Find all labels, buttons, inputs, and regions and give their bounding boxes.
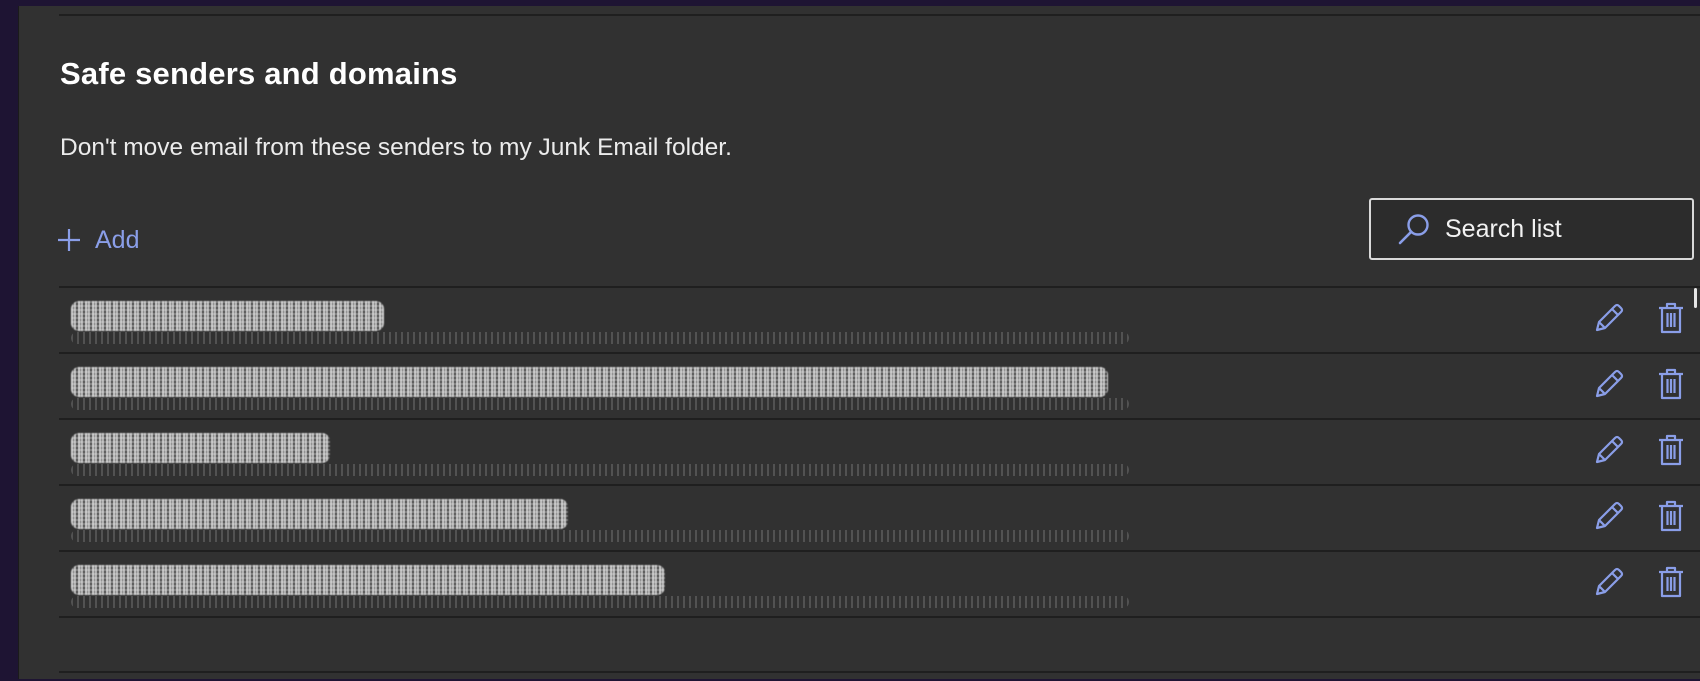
list-item — [59, 420, 1700, 486]
delete-button[interactable] — [1653, 566, 1689, 602]
safe-senders-list — [59, 286, 1700, 618]
section-title: Safe senders and domains — [60, 56, 458, 91]
search-list-box[interactable] — [1369, 198, 1694, 260]
delete-button[interactable] — [1653, 434, 1689, 470]
safe-senders-panel: Safe senders and domains Don't move emai… — [18, 6, 1700, 679]
delete-button[interactable] — [1653, 368, 1689, 404]
list-item — [59, 486, 1700, 552]
redacted-entry — [71, 301, 384, 331]
pencil-icon — [1592, 433, 1626, 472]
redacted-entry — [71, 433, 330, 463]
trash-icon — [1656, 301, 1686, 340]
redacted-entry-shadow — [71, 398, 1129, 410]
pencil-icon — [1592, 367, 1626, 406]
list-item — [59, 552, 1700, 618]
pencil-icon — [1592, 301, 1626, 340]
search-list-input[interactable] — [1445, 214, 1665, 244]
redacted-entry-shadow — [71, 464, 1129, 476]
redacted-entry-shadow — [71, 530, 1129, 542]
divider-top — [59, 14, 1700, 16]
edit-button[interactable] — [1591, 566, 1627, 602]
trash-icon — [1656, 565, 1686, 604]
search-icon — [1397, 212, 1431, 246]
pencil-icon — [1592, 499, 1626, 538]
trash-icon — [1656, 499, 1686, 538]
redacted-entry-shadow — [71, 332, 1129, 344]
edit-button[interactable] — [1591, 500, 1627, 536]
plus-icon — [57, 228, 81, 252]
redacted-entry-shadow — [71, 596, 1129, 608]
redacted-entry — [71, 367, 1108, 397]
delete-button[interactable] — [1653, 500, 1689, 536]
list-item — [59, 354, 1700, 420]
redacted-entry — [71, 565, 665, 595]
add-button-label: Add — [95, 225, 140, 254]
trash-icon — [1656, 433, 1686, 472]
edit-button[interactable] — [1591, 302, 1627, 338]
delete-button[interactable] — [1653, 302, 1689, 338]
trash-icon — [1656, 367, 1686, 406]
edit-button[interactable] — [1591, 368, 1627, 404]
list-scrollbar[interactable] — [1694, 288, 1697, 308]
edit-button[interactable] — [1591, 434, 1627, 470]
pencil-icon — [1592, 565, 1626, 604]
add-button[interactable]: Add — [57, 220, 139, 260]
section-description: Don't move email from these senders to m… — [60, 134, 732, 161]
redacted-entry — [71, 499, 568, 529]
list-item — [59, 288, 1700, 354]
divider-bottom — [59, 671, 1700, 673]
